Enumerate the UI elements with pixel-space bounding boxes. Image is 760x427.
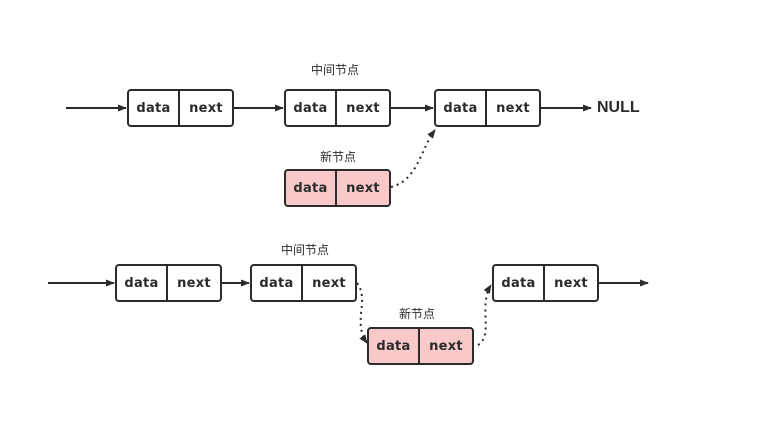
next-field: next [336, 169, 391, 207]
top-node-1: data next [127, 89, 234, 127]
bottom-node-4: data next [492, 264, 599, 302]
next-field: next [486, 89, 541, 127]
data-field: data [127, 89, 179, 127]
dotted-arrow-new-to-fourth [477, 284, 492, 346]
top-node-3: data next [434, 89, 541, 127]
label-middle-node-top: 中间节点 [311, 63, 360, 77]
next-field: next [179, 89, 234, 127]
next-field: next [419, 327, 474, 365]
data-field: data [434, 89, 486, 127]
bottom-node-1: data next [115, 264, 222, 302]
data-field: data [367, 327, 419, 365]
next-field: next [544, 264, 599, 302]
data-field: data [284, 169, 336, 207]
linked-list-insertion-diagram: 中间节点 新节点 NULL data next data next data n… [0, 0, 760, 427]
next-field: next [336, 89, 391, 127]
next-field: next [167, 264, 222, 302]
data-field: data [115, 264, 167, 302]
top-node-new: data next [284, 169, 391, 207]
label-middle-node-bottom: 中间节点 [281, 243, 330, 257]
data-field: data [250, 264, 302, 302]
label-new-node-top: 新节点 [320, 150, 357, 164]
null-terminator: NULL [597, 99, 640, 116]
bottom-node-new: data next [367, 327, 474, 365]
dotted-arrow-middle-to-new [356, 282, 368, 344]
label-new-node-bottom: 新节点 [399, 307, 436, 321]
data-field: data [284, 89, 336, 127]
next-field: next [302, 264, 357, 302]
top-node-middle: data next [284, 89, 391, 127]
data-field: data [492, 264, 544, 302]
dotted-arrow-new-to-third [390, 129, 436, 188]
bottom-node-middle: data next [250, 264, 357, 302]
